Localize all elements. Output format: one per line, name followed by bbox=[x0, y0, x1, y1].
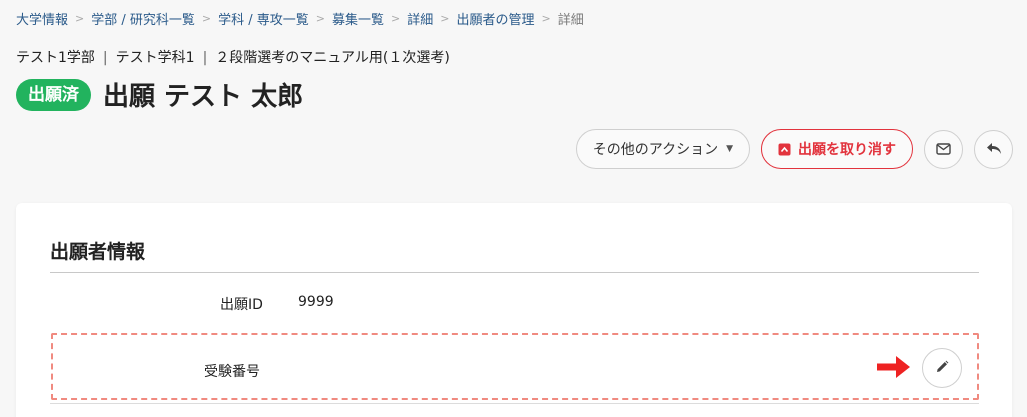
faculty-name: テスト1学部 bbox=[16, 50, 95, 66]
cancel-application-button[interactable]: 出願を取り消す bbox=[761, 129, 913, 169]
envelope-icon bbox=[936, 140, 951, 159]
breadcrumb-department-list[interactable]: 学科 / 専攻一覧 bbox=[218, 9, 309, 28]
breadcrumb-faculty-list[interactable]: 学部 / 研究科一覧 bbox=[91, 9, 195, 28]
breadcrumb-separator: > bbox=[201, 12, 212, 25]
breadcrumb-separator: > bbox=[541, 12, 551, 25]
caret-down-icon: ▼ bbox=[726, 144, 733, 154]
exam-number-row: 受験番号 bbox=[50, 361, 979, 381]
back-button[interactable] bbox=[974, 129, 1013, 169]
breadcrumb-applicant-management[interactable]: 出願者の管理 bbox=[456, 9, 534, 28]
status-badge: 出願済 bbox=[16, 78, 91, 111]
reply-icon bbox=[986, 140, 1002, 159]
section-divider bbox=[50, 272, 979, 273]
recruitment-name: ２段階選考のマニュアル用(１次選考) bbox=[215, 50, 450, 66]
breadcrumb-separator: > bbox=[440, 12, 450, 25]
breadcrumb-current-detail: 詳細 bbox=[557, 13, 584, 28]
breadcrumb-separator: > bbox=[391, 12, 401, 25]
breadcrumb-separator: > bbox=[315, 12, 325, 25]
cancel-application-label: 出願を取り消す bbox=[798, 142, 896, 158]
page-subtitle: テスト1学部 | テスト学科1 | ２段階選考のマニュアル用(１次選考) bbox=[16, 47, 450, 67]
subtitle-separator: | bbox=[102, 50, 108, 66]
application-id-value: 9999 bbox=[298, 294, 334, 310]
other-actions-dropdown[interactable]: その他のアクション ▼ bbox=[575, 129, 750, 169]
other-actions-label: その他のアクション bbox=[592, 142, 719, 158]
section-title: 出願者情報 bbox=[50, 241, 146, 263]
edit-exam-number-button[interactable] bbox=[922, 348, 962, 388]
arrow-right-icon bbox=[876, 354, 912, 384]
mail-button[interactable] bbox=[924, 129, 963, 169]
title-row: 出願済 出願 テスト 太郎 bbox=[16, 76, 303, 113]
row-divider bbox=[50, 403, 979, 404]
department-name: テスト学科1 bbox=[115, 50, 195, 66]
subtitle-separator: | bbox=[202, 50, 208, 66]
breadcrumb-recruitment-detail[interactable]: 詳細 bbox=[407, 9, 433, 28]
breadcrumb-separator: > bbox=[75, 12, 85, 25]
breadcrumb-recruitment-list[interactable]: 募集一覧 bbox=[332, 9, 384, 28]
applicant-info-card: 出願者情報 出願ID 9999 受験番号 bbox=[16, 203, 1012, 417]
action-toolbar: その他のアクション ▼ 出願を取り消す bbox=[565, 129, 1013, 169]
application-id-label: 出願ID bbox=[220, 297, 263, 313]
breadcrumb: 大学情報 > 学部 / 研究科一覧 > 学科 / 専攻一覧 > 募集一覧 > 詳… bbox=[16, 9, 584, 28]
page-title: 出願 テスト 太郎 bbox=[103, 82, 304, 112]
cancel-box-icon bbox=[778, 143, 791, 156]
exam-number-label: 受験番号 bbox=[204, 364, 260, 380]
breadcrumb-university-info[interactable]: 大学情報 bbox=[16, 9, 68, 28]
application-id-row: 出願ID 9999 bbox=[50, 294, 979, 314]
pencil-icon bbox=[935, 359, 949, 378]
